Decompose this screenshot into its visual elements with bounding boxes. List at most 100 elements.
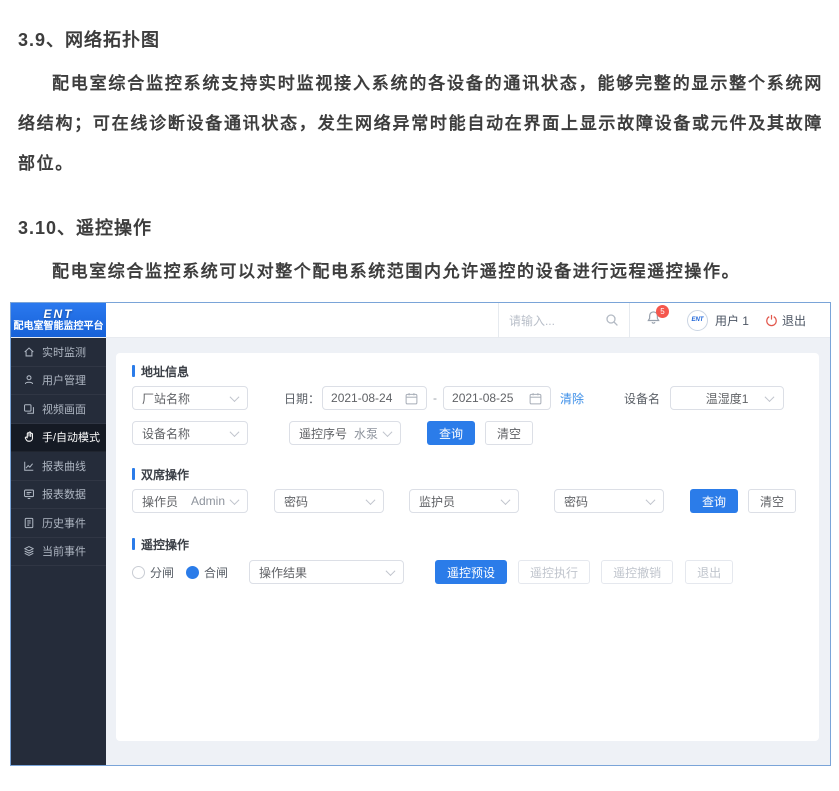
select-label: 操作结果 <box>259 564 307 581</box>
report-icon <box>23 488 35 500</box>
dual-empty-button[interactable]: 清空 <box>748 489 796 513</box>
remote-exit-button[interactable]: 退出 <box>685 560 733 584</box>
section-accent-bar <box>132 365 135 377</box>
guardian-password-select[interactable]: 密码 <box>554 489 664 513</box>
address-empty-button[interactable]: 清空 <box>485 421 533 445</box>
top-bar: ENT 配电室智能监控平台 请输入... 5 ENT 用户 1 <box>11 303 830 338</box>
search-icon[interactable] <box>605 313 619 327</box>
notification-bell-button[interactable]: 5 <box>646 310 661 330</box>
sidebar-item-label: 报表曲线 <box>42 458 86 474</box>
home-icon <box>23 346 35 358</box>
radio-close-switch[interactable]: 合闸 <box>186 564 228 581</box>
search-placeholder: 请输入... <box>509 312 555 329</box>
chevron-down-icon <box>230 427 240 437</box>
sidebar-item-report-curve[interactable]: 报表曲线 <box>11 452 106 481</box>
operation-result-select[interactable]: 操作结果 <box>249 560 404 584</box>
sidebar-item-user-management[interactable]: 用户管理 <box>11 367 106 396</box>
app-screenshot-frame: ENT 配电室智能监控平台 请输入... 5 ENT 用户 1 <box>10 302 831 766</box>
sidebar-item-realtime-monitor[interactable]: 实时监测 <box>11 338 106 367</box>
video-icon <box>23 403 35 415</box>
select-value: 温湿度1 <box>706 390 749 407</box>
calendar-icon <box>405 392 418 405</box>
sidebar-item-video-screen[interactable]: 视频画面 <box>11 395 106 424</box>
select-label: 设备名称 <box>142 425 190 442</box>
frame-body: 实时监测 用户管理 视频画面 手/自动模式 报表曲线 <box>11 338 830 766</box>
dual-query-button[interactable]: 查询 <box>690 489 738 513</box>
date-start-input[interactable]: 2021-08-24 <box>322 386 427 410</box>
avatar[interactable]: ENT <box>687 310 708 331</box>
notification-badge: 5 <box>656 305 669 318</box>
logout-label: 退出 <box>782 312 806 329</box>
chevron-down-icon <box>501 495 511 505</box>
station-name-select[interactable]: 厂站名称 <box>132 386 248 410</box>
search-input[interactable]: 请输入... <box>498 303 630 338</box>
sidebar: 实时监测 用户管理 视频画面 手/自动模式 报表曲线 <box>11 338 106 766</box>
guardian-select[interactable]: 监护员 <box>409 489 519 513</box>
doc-heading-3-10: 3.10、遥控操作 <box>18 214 823 240</box>
sidebar-item-report-data[interactable]: 报表数据 <box>11 481 106 510</box>
operator-password-select[interactable]: 密码 <box>274 489 384 513</box>
address-query-button[interactable]: 查询 <box>427 421 475 445</box>
section-header-remote-operation: 遥控操作 <box>132 536 803 552</box>
select-label: 厂站名称 <box>142 390 190 407</box>
sidebar-item-history-events[interactable]: 历史事件 <box>11 509 106 538</box>
chevron-down-icon <box>765 392 775 402</box>
date-range-separator: - <box>433 391 437 405</box>
sidebar-item-label: 报表数据 <box>42 486 86 502</box>
main-area: 地址信息 厂站名称 日期： 2021-08-24 <box>106 338 830 766</box>
section-accent-bar <box>132 538 135 550</box>
doc-paragraph-3-9: 配电室综合监控系统支持实时监视接入系统的各设备的通讯状态，能够完整的显示整个系统… <box>18 64 823 184</box>
radio-checked-icon <box>186 566 199 579</box>
section-title: 地址信息 <box>141 363 189 380</box>
document-text: 3.9、网络拓扑图 配电室综合监控系统支持实时监视接入系统的各设备的通讯状态，能… <box>0 0 839 292</box>
calendar-icon <box>529 392 542 405</box>
sidebar-item-label: 手/自动模式 <box>42 429 100 445</box>
section-header-dual-operation: 双席操作 <box>132 466 803 482</box>
content-panel: 地址信息 厂站名称 日期： 2021-08-24 <box>116 353 819 741</box>
app-title: 配电室智能监控平台 <box>14 321 104 333</box>
section-title: 双席操作 <box>141 466 189 483</box>
remote-number-select[interactable]: 遥控序号 水泵 <box>289 421 401 445</box>
select-value: Admin <box>191 494 231 508</box>
date-end-input[interactable]: 2021-08-25 <box>443 386 551 410</box>
sidebar-item-label: 实时监测 <box>42 344 86 360</box>
remote-operation-row: 分闸 合闸 操作结果 遥控预设 遥控执行 遥控撤销 退出 <box>132 560 803 584</box>
date-end-value: 2021-08-25 <box>452 391 513 405</box>
section-title: 遥控操作 <box>141 536 189 553</box>
select-label: 监护员 <box>419 493 455 510</box>
radio-label: 分闸 <box>150 564 174 581</box>
sidebar-item-current-events[interactable]: 当前事件 <box>11 538 106 567</box>
sidebar-item-label: 用户管理 <box>42 372 86 388</box>
select-label: 操作员 <box>142 493 178 510</box>
device-select[interactable]: 温湿度1 <box>670 386 784 410</box>
top-bar-right: 请输入... 5 ENT 用户 1 退出 <box>498 303 830 337</box>
chevron-down-icon <box>230 392 240 402</box>
address-row-1: 厂站名称 日期： 2021-08-24 - <box>132 386 803 410</box>
select-value: 水泵 <box>354 425 384 442</box>
operator-select[interactable]: 操作员 Admin <box>132 489 248 513</box>
date-start-value: 2021-08-24 <box>331 391 392 405</box>
chevron-down-icon <box>366 495 376 505</box>
chart-icon <box>23 460 35 472</box>
username-label: 用户 1 <box>715 312 749 329</box>
logout-button[interactable]: 退出 <box>765 312 806 329</box>
app-logo: ENT 配电室智能监控平台 <box>11 303 106 337</box>
chevron-down-icon <box>383 427 393 437</box>
remote-execute-button[interactable]: 遥控执行 <box>518 560 590 584</box>
remote-revoke-button[interactable]: 遥控撤销 <box>601 560 673 584</box>
device-name-select[interactable]: 设备名称 <box>132 421 248 445</box>
select-label: 遥控序号 <box>299 425 347 442</box>
radio-open-switch[interactable]: 分闸 <box>132 564 174 581</box>
hand-icon <box>23 431 35 443</box>
section-header-address-info: 地址信息 <box>132 363 803 379</box>
history-icon <box>23 517 35 529</box>
date-label: 日期： <box>284 390 320 407</box>
remote-preset-button[interactable]: 遥控预设 <box>435 560 507 584</box>
device-label: 设备名 <box>624 390 660 407</box>
sidebar-item-manual-auto-mode[interactable]: 手/自动模式 <box>11 424 106 453</box>
sidebar-item-label: 视频画面 <box>42 401 86 417</box>
clear-date-link[interactable]: 清除 <box>560 390 584 407</box>
radio-label: 合闸 <box>204 564 228 581</box>
chevron-down-icon <box>230 495 240 505</box>
doc-paragraph-3-10: 配电室综合监控系统可以对整个配电系统范围内允许遥控的设备进行远程遥控操作。 <box>18 252 823 292</box>
